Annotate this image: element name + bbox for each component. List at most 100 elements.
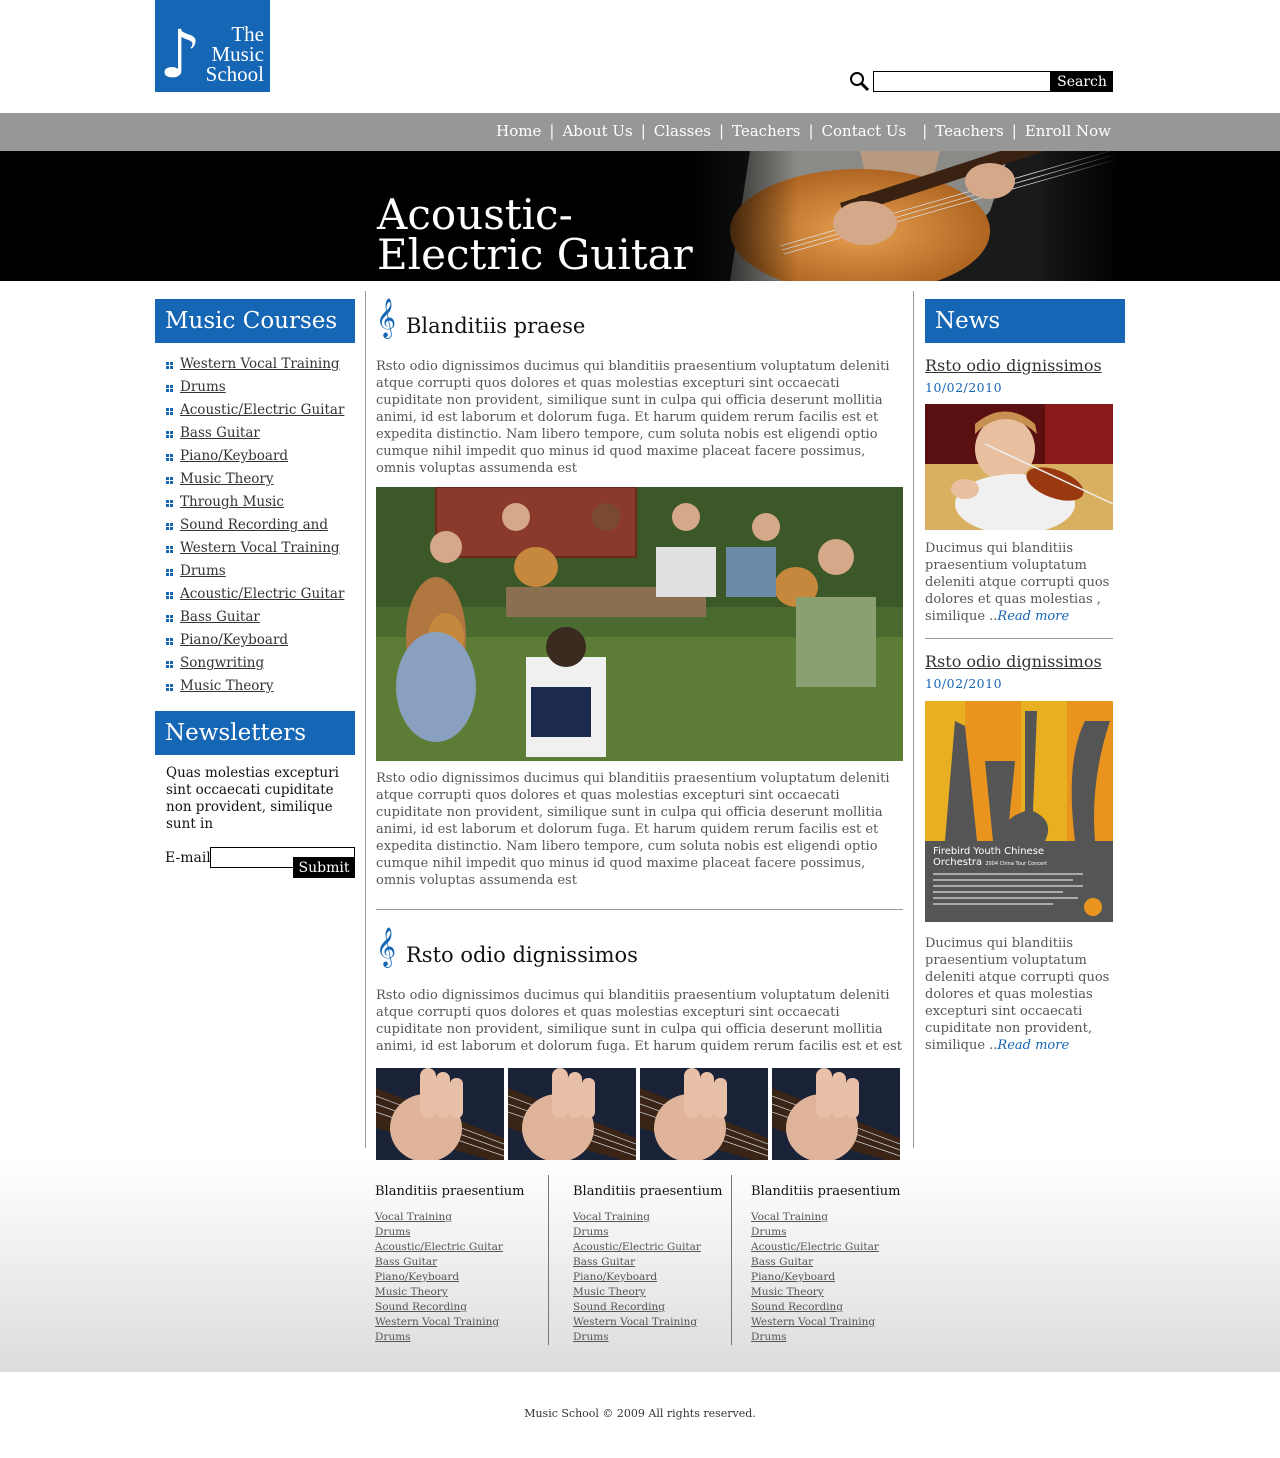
- footer-link[interactable]: Drums: [751, 1330, 900, 1345]
- footer-link[interactable]: Drums: [375, 1225, 524, 1240]
- footer-column-title: Blanditiis praesentium: [573, 1184, 723, 1199]
- submit-button[interactable]: Submit: [293, 857, 355, 878]
- course-link[interactable]: Bass Guitar: [180, 425, 260, 441]
- course-link[interactable]: Through Music: [180, 494, 284, 510]
- course-link[interactable]: Piano/Keyboard: [180, 632, 288, 648]
- magnifier-icon[interactable]: [849, 71, 871, 93]
- course-link[interactable]: Acoustic/Electric Guitar: [180, 586, 344, 602]
- nav-separator: |: [1011, 122, 1017, 140]
- footer-column: Blanditiis praesentium Vocal Training Drum…: [375, 1184, 524, 1345]
- course-list-item: Acoustic/Electric Guitar: [155, 402, 355, 425]
- poster-title-line: Firebird Youth Chinese: [933, 846, 1045, 857]
- left-sidebar: Music Courses Western Vocal Training Drum…: [155, 299, 355, 878]
- article-title: Blanditiis praese: [406, 314, 586, 338]
- footer-link[interactable]: Piano/Keyboard: [375, 1270, 524, 1285]
- course-list-item: Drums: [155, 563, 355, 586]
- nav-teachers[interactable]: Teachers: [732, 122, 800, 140]
- footer-link[interactable]: Bass Guitar: [375, 1255, 524, 1270]
- news-item-title[interactable]: Rsto odio dignissimos: [925, 356, 1125, 375]
- guitar-chord-thumbnail[interactable]: [376, 1068, 504, 1164]
- page-heading: Acoustic- Electric Guitar: [377, 194, 693, 276]
- course-list-item: Western Vocal Training: [155, 356, 355, 379]
- logo-text: The Music School: [206, 22, 264, 85]
- guitar-chord-thumbnail[interactable]: [772, 1068, 900, 1164]
- main-content: 𝄞 Blanditiis praese Rsto odio dignissimo…: [376, 299, 903, 1164]
- column-divider: [365, 291, 366, 1148]
- child-violin-photo[interactable]: [925, 404, 1113, 530]
- nav-contact-us[interactable]: Contact Us: [822, 122, 907, 140]
- search-input[interactable]: [873, 71, 1051, 92]
- course-link[interactable]: Drums: [180, 563, 226, 579]
- course-list-item: Bass Guitar: [155, 609, 355, 632]
- orchestra-poster[interactable]: Firebird Youth Chinese Orchestra 2004 Ch…: [925, 701, 1113, 922]
- footer-link[interactable]: Drums: [573, 1225, 722, 1240]
- poster-subtitle: 2004 China Tour Concert: [985, 861, 1048, 867]
- news-heading: News: [925, 299, 1125, 343]
- footer-link[interactable]: Vocal Training: [573, 1210, 722, 1225]
- poster-title-line: Orchestra: [933, 857, 983, 868]
- nav-teachers-2[interactable]: Teachers: [935, 122, 1003, 140]
- footer-link[interactable]: Music Theory: [375, 1285, 524, 1300]
- orchestra-poster-art: [925, 701, 1113, 922]
- footer-link[interactable]: Piano/Keyboard: [573, 1270, 722, 1285]
- footer-link[interactable]: Western Vocal Training: [573, 1315, 722, 1330]
- column-divider: [913, 291, 914, 1148]
- footer-link[interactable]: Acoustic/Electric Guitar: [375, 1240, 524, 1255]
- footer-link[interactable]: Vocal Training: [751, 1210, 900, 1225]
- footer-link[interactable]: Acoustic/Electric Guitar: [573, 1240, 722, 1255]
- course-list-item: Piano/Keyboard: [155, 632, 355, 655]
- article-title-row: 𝄞 Blanditiis praese: [376, 299, 903, 349]
- footer-column: Blanditiis praesentium Vocal Training Drum…: [573, 1184, 722, 1345]
- course-link[interactable]: Western Vocal Training: [180, 540, 340, 556]
- footer-link[interactable]: Acoustic/Electric Guitar: [751, 1240, 900, 1255]
- guitar-chord-thumbnail[interactable]: [640, 1068, 768, 1164]
- footer-link[interactable]: Vocal Training: [375, 1210, 524, 1225]
- main-nav-bar: Home | About Us | Classes | Teachers | Contact U…: [0, 113, 1280, 151]
- nav-separator: |: [640, 122, 646, 140]
- footer-link[interactable]: Music Theory: [751, 1285, 900, 1300]
- article-paragraph: Rsto odio dignissimos ducimus qui blandi…: [376, 988, 902, 1054]
- footer-link[interactable]: Bass Guitar: [573, 1255, 722, 1270]
- course-list-item: Piano/Keyboard: [155, 448, 355, 471]
- footer-link[interactable]: Drums: [375, 1330, 524, 1345]
- course-link[interactable]: Piano/Keyboard: [180, 448, 288, 464]
- hero-banner: Acoustic- Electric Guitar: [0, 151, 1280, 281]
- site-logo[interactable]: ♪ The Music School: [155, 0, 270, 92]
- course-list-item: Bass Guitar: [155, 425, 355, 448]
- course-link[interactable]: Acoustic/Electric Guitar: [180, 402, 344, 418]
- footer-divider: [731, 1175, 732, 1345]
- read-more-link[interactable]: Read more: [997, 609, 1069, 624]
- course-link[interactable]: Songwriting: [180, 655, 264, 671]
- search-button[interactable]: Search: [1051, 71, 1113, 92]
- course-link[interactable]: Sound Recording and: [180, 517, 328, 533]
- nav-enroll-now[interactable]: Enroll Now: [1025, 122, 1111, 140]
- course-link[interactable]: Music Theory: [180, 678, 274, 694]
- news-item-title[interactable]: Rsto odio dignissimos: [925, 652, 1125, 671]
- footer-link[interactable]: Drums: [751, 1225, 900, 1240]
- nav-classes[interactable]: Classes: [654, 122, 711, 140]
- footer-link[interactable]: Piano/Keyboard: [751, 1270, 900, 1285]
- footer-link[interactable]: Sound Recording: [573, 1300, 722, 1315]
- logo-line: The: [231, 22, 264, 46]
- nav-about-us[interactable]: About Us: [562, 122, 632, 140]
- footer-link[interactable]: Sound Recording: [751, 1300, 900, 1315]
- music-courses-heading: Music Courses: [155, 299, 355, 343]
- nav-home[interactable]: Home: [496, 122, 541, 140]
- footer-link[interactable]: Bass Guitar: [751, 1255, 900, 1270]
- footer-link[interactable]: Western Vocal Training: [375, 1315, 524, 1330]
- course-link[interactable]: Drums: [180, 379, 226, 395]
- course-link[interactable]: Bass Guitar: [180, 609, 260, 625]
- course-list-item: Music Theory: [155, 678, 355, 701]
- footer-link[interactable]: Music Theory: [573, 1285, 722, 1300]
- guitar-chord-thumbnail[interactable]: [508, 1068, 636, 1164]
- footer-link[interactable]: Western Vocal Training: [751, 1315, 900, 1330]
- course-link[interactable]: Music Theory: [180, 471, 274, 487]
- newsletter-box: Newsletters Quas molestias excepturi sin…: [155, 711, 355, 869]
- email-label: E-mail: [165, 850, 211, 866]
- read-more-link[interactable]: Read more: [997, 1038, 1069, 1053]
- footer-link[interactable]: Sound Recording: [375, 1300, 524, 1315]
- page-heading-line: Electric Guitar: [377, 230, 693, 279]
- course-list-item: Western Vocal Training: [155, 540, 355, 563]
- course-link[interactable]: Western Vocal Training: [180, 356, 340, 372]
- footer-link[interactable]: Drums: [573, 1330, 722, 1345]
